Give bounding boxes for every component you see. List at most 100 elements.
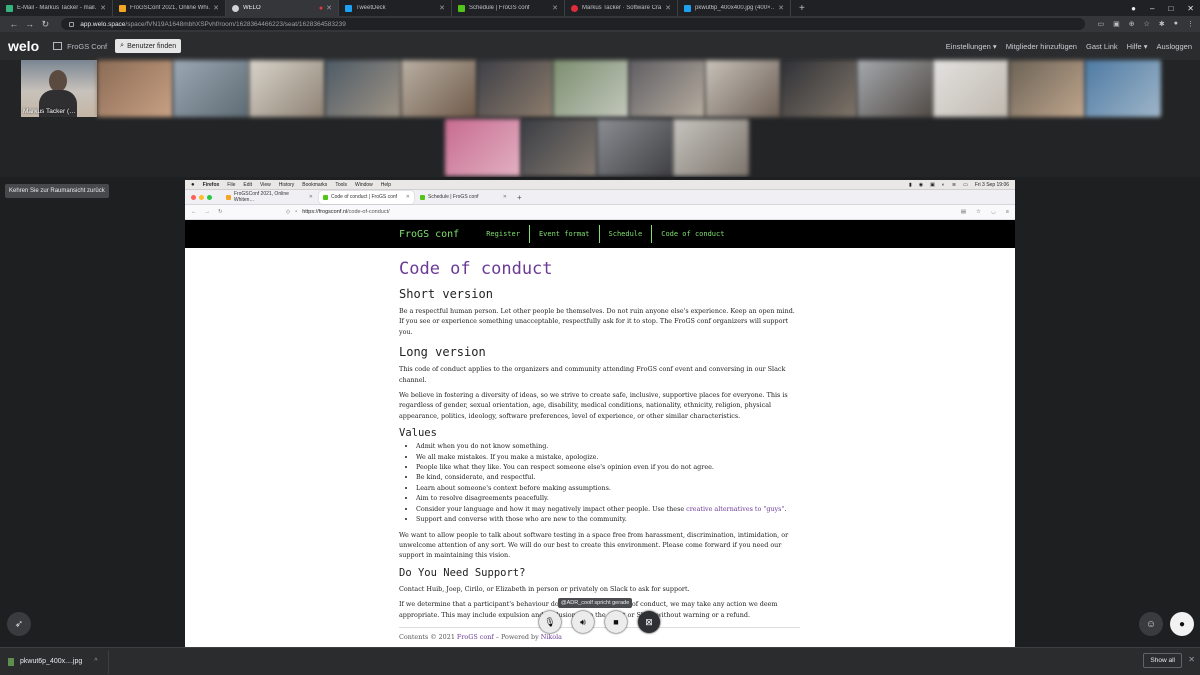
- browser-tab-welo[interactable]: WELO ● ✕: [226, 0, 339, 16]
- mac-menu-view: View: [259, 181, 271, 188]
- list-item: Consider your language and how it may ne…: [416, 504, 800, 514]
- participant-tile[interactable]: [673, 119, 749, 176]
- participant-tile[interactable]: [401, 60, 477, 117]
- forward-arrow-icon[interactable]: →: [22, 19, 38, 29]
- participant-tile[interactable]: [249, 60, 325, 117]
- close-window-icon[interactable]: ✕: [1187, 4, 1194, 13]
- close-icon[interactable]: ✕: [665, 4, 671, 12]
- participant-tile[interactable]: [97, 60, 173, 117]
- status-icon: ◉: [918, 181, 924, 188]
- cast-icon[interactable]: ▭: [1097, 20, 1104, 28]
- add-members-link[interactable]: Mitglieder hinzufügen: [1006, 42, 1077, 51]
- close-icon: ✕: [502, 194, 507, 200]
- extensions-icon[interactable]: ✱: [1159, 20, 1165, 28]
- participant-tile[interactable]: [781, 60, 857, 117]
- emoji-button[interactable]: ☺: [1139, 612, 1163, 636]
- shield-icon: ◇: [286, 209, 291, 215]
- rocket-icon: ➶: [14, 618, 24, 630]
- firefox-tab: FroGSConf 2021, Online Whiten… ✕: [222, 191, 317, 204]
- zoom-icon[interactable]: ⊕: [1129, 20, 1135, 28]
- close-icon[interactable]: ✕: [213, 4, 219, 12]
- mac-menu-help: Help: [380, 181, 392, 188]
- new-tab-button[interactable]: +: [791, 3, 813, 14]
- page-footer: Contents © 2021 FroGS conf – Powered by …: [399, 626, 800, 641]
- browser-tab-markus[interactable]: Markus Tacker · Software Cra… ✕: [565, 0, 678, 16]
- close-icon[interactable]: ✕: [1188, 655, 1195, 664]
- url-field[interactable]: app.welo.space/space/fVN19A1648mbhXSPvhf…: [61, 18, 1086, 30]
- participant-tile[interactable]: [629, 60, 705, 117]
- page-content: Code of conduct Short version Be a respe…: [185, 259, 1015, 641]
- self-name-label: Markus Tacker (…: [23, 108, 76, 115]
- participant-tile[interactable]: [597, 119, 673, 176]
- apple-icon: ●: [191, 181, 195, 188]
- browser-tab-email[interactable]: E-Mail - Markus Tacker - mail… ✕: [0, 0, 113, 16]
- browser-tab-frogsconf[interactable]: FroGSConf 2021, Online Whi… ✕: [113, 0, 226, 16]
- camera-button[interactable]: ■: [605, 611, 627, 633]
- close-icon[interactable]: ✕: [100, 4, 106, 12]
- address-bar-row: ← → ↻ app.welo.space/space/fVN19A1648mbh…: [0, 16, 1200, 32]
- screen-icon[interactable]: ▣: [1113, 20, 1120, 28]
- close-icon[interactable]: ✕: [552, 4, 558, 12]
- participant-tile[interactable]: [445, 119, 521, 176]
- browser-tab-tweetdeck[interactable]: TweetDeck ✕: [339, 0, 452, 16]
- settings-menu[interactable]: Einstellungen ▾: [946, 42, 997, 51]
- participant-tile[interactable]: [325, 60, 401, 117]
- lock-icon: [69, 21, 75, 27]
- guest-link[interactable]: Gast Link: [1086, 42, 1118, 51]
- speaker-button[interactable]: 🔊︎: [572, 611, 594, 633]
- close-icon[interactable]: ✕: [439, 4, 445, 12]
- back-to-room-button[interactable]: Kehren Sie zur Raumansicht zurück: [5, 184, 109, 198]
- mac-clock: Fri 3 Sep 19:06: [974, 181, 1009, 188]
- profile-icon[interactable]: ●: [1131, 4, 1136, 13]
- chevron-up-icon[interactable]: ^: [94, 658, 97, 665]
- lock-icon: ▫: [295, 209, 298, 215]
- participant-tile[interactable]: [933, 60, 1009, 117]
- help-menu[interactable]: Hilfe ▾: [1127, 42, 1148, 51]
- chat-button[interactable]: ●: [1170, 612, 1194, 636]
- bookmark-star-icon[interactable]: ☆: [1144, 20, 1150, 28]
- mail-icon: [6, 4, 13, 12]
- download-bar: pkwut6p_400x....jpg ^ Show all ✕: [0, 647, 1200, 675]
- kebab-menu-icon[interactable]: ⋮: [1187, 20, 1194, 28]
- participant-tile[interactable]: [553, 60, 629, 117]
- download-item[interactable]: pkwut6p_400x....jpg ^: [8, 649, 109, 674]
- screen-share-button[interactable]: ⊠: [638, 611, 660, 633]
- mic-muted-button[interactable]: 🎙︎: [539, 611, 561, 633]
- self-video-tile[interactable]: Markus Tacker (…: [21, 60, 97, 117]
- browser-tab-image[interactable]: pkwut6p_400x400.jpg (400×… ✕: [678, 0, 791, 16]
- heading-long-version: Long version: [399, 345, 486, 360]
- participant-tile[interactable]: [521, 119, 597, 176]
- footer-frogs-link: FroGS conf: [456, 632, 494, 641]
- battery-icon: ▭: [963, 181, 968, 188]
- participant-tile[interactable]: [705, 60, 781, 117]
- find-members-button[interactable]: ⌕ Benutzer finden: [115, 39, 182, 53]
- mac-menu-firefox: Firefox: [202, 181, 220, 188]
- tweetdeck-icon: [345, 4, 352, 12]
- participant-tile[interactable]: [1009, 60, 1085, 117]
- reload-icon: ↻: [218, 209, 223, 215]
- speaker-icon: 🔊︎: [580, 616, 586, 627]
- back-arrow-icon[interactable]: ←: [6, 19, 22, 29]
- heading-short-version: Short version: [399, 287, 493, 301]
- tab-favicon: [226, 194, 231, 200]
- building-icon: [53, 42, 63, 50]
- space-name[interactable]: FroGS Conf: [53, 42, 107, 51]
- rocket-button[interactable]: ➶: [7, 612, 31, 636]
- participant-tile[interactable]: [1085, 60, 1161, 117]
- show-all-button[interactable]: Show all: [1143, 653, 1182, 668]
- list-item: People like what they like. You can resp…: [416, 462, 800, 472]
- close-icon[interactable]: ✕: [778, 4, 784, 12]
- minimize-icon[interactable]: –: [1150, 4, 1154, 13]
- maximize-icon[interactable]: □: [1168, 4, 1173, 13]
- welo-logo[interactable]: welo: [8, 38, 39, 54]
- logout-link[interactable]: Ausloggen: [1157, 42, 1192, 51]
- image-file-icon: [8, 657, 14, 666]
- reload-icon[interactable]: ↻: [38, 19, 54, 30]
- close-icon[interactable]: ✕: [326, 4, 332, 12]
- account-icon[interactable]: ●: [1174, 20, 1178, 28]
- participant-tile[interactable]: [857, 60, 933, 117]
- browser-tab-schedule[interactable]: Schedule | FroGS conf ✕: [452, 0, 565, 16]
- participant-tile[interactable]: [173, 60, 249, 117]
- status-icon: ▣: [930, 181, 935, 188]
- participant-tile[interactable]: [477, 60, 553, 117]
